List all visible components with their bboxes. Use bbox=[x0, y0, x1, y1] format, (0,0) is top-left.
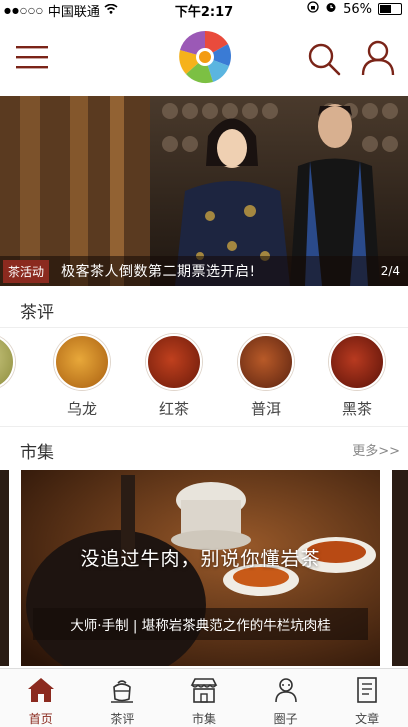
user-icon[interactable] bbox=[361, 40, 395, 76]
puer-tea-icon bbox=[238, 334, 294, 390]
tea-category-list: 茶 乌龙 红茶 普洱 黑茶 bbox=[0, 328, 408, 424]
card-headline: 没追过牛肉，别说你懂岩茶 bbox=[80, 548, 321, 570]
section-title-tea-review: 茶评 bbox=[20, 303, 54, 323]
tab-market[interactable]: 市集 bbox=[163, 669, 245, 727]
category-item-partial[interactable]: 茶 bbox=[0, 334, 22, 419]
tab-label: 首页 bbox=[28, 712, 53, 726]
banner-tag: 茶活动 bbox=[3, 259, 50, 283]
banner-title: 极客茶人倒数第二期票选开启! bbox=[61, 264, 256, 280]
rotation-lock-icon bbox=[307, 1, 319, 17]
search-icon[interactable] bbox=[307, 42, 341, 76]
menu-icon[interactable] bbox=[16, 44, 48, 70]
carousel-prev-card[interactable] bbox=[0, 470, 9, 666]
tea-review-header: 茶评 bbox=[0, 288, 408, 328]
black-tea-icon bbox=[146, 334, 202, 390]
category-item-black-tea[interactable]: 红茶 bbox=[139, 334, 209, 419]
tab-label: 文章 bbox=[355, 712, 380, 726]
tab-label: 茶评 bbox=[110, 712, 135, 726]
status-right: 56% bbox=[307, 1, 402, 17]
community-icon bbox=[272, 677, 300, 707]
bottom-tab-bar: 首页 茶评 市集 圈子 文章 bbox=[0, 668, 408, 727]
category-label: 普洱 bbox=[250, 400, 281, 418]
category-item-dark-tea[interactable]: 黑茶 bbox=[322, 334, 392, 419]
tab-label: 市集 bbox=[191, 712, 216, 726]
carousel-next-card[interactable] bbox=[392, 470, 408, 666]
top-navigation bbox=[0, 18, 408, 96]
battery-icon bbox=[378, 3, 402, 15]
tab-community[interactable]: 圈子 bbox=[245, 669, 327, 727]
promo-banner[interactable]: 茶活动 极客茶人倒数第二期票选开启! 2/4 bbox=[0, 96, 408, 286]
tab-articles[interactable]: 文章 bbox=[326, 669, 408, 727]
category-label: 茶 bbox=[0, 398, 22, 419]
market-feature-card[interactable]: 没追过牛肉，别说你懂岩茶 大师·手制 | 堪称岩茶典范之作的牛栏坑肉桂 bbox=[21, 470, 380, 666]
tab-label: 圈子 bbox=[273, 712, 298, 726]
teapot-icon bbox=[108, 677, 136, 707]
category-label: 红茶 bbox=[158, 400, 189, 418]
divider bbox=[0, 426, 408, 427]
dark-tea-icon bbox=[329, 334, 385, 390]
tab-home[interactable]: 首页 bbox=[0, 669, 82, 727]
oolong-tea-icon bbox=[54, 334, 110, 390]
category-label: 黑茶 bbox=[341, 400, 372, 418]
category-label: 乌龙 bbox=[66, 400, 97, 418]
status-bar: ●●○○○ 中国联通 下午2:17 56% bbox=[0, 0, 408, 20]
store-icon bbox=[190, 677, 218, 707]
more-link[interactable]: 更多>> bbox=[352, 440, 400, 459]
card-subtitle: 大师·手制 | 堪称岩茶典范之作的牛栏坑肉桂 bbox=[33, 608, 368, 640]
category-icon bbox=[0, 334, 15, 390]
tab-tea-review[interactable]: 茶评 bbox=[82, 669, 164, 727]
category-item-puer[interactable]: 普洱 bbox=[231, 334, 301, 419]
banner-caption: 茶活动 极客茶人倒数第二期票选开启! 2/4 bbox=[0, 256, 408, 286]
home-icon bbox=[27, 677, 55, 707]
alarm-icon bbox=[325, 1, 337, 17]
market-header: 市集 更多>> bbox=[0, 428, 408, 468]
category-item-oolong[interactable]: 乌龙 bbox=[47, 334, 117, 419]
article-icon bbox=[353, 677, 381, 707]
section-title-market: 市集 bbox=[20, 443, 54, 463]
banner-page-indicator: 2/4 bbox=[380, 264, 400, 278]
app-logo bbox=[178, 30, 232, 84]
battery-percent: 56% bbox=[343, 1, 372, 17]
